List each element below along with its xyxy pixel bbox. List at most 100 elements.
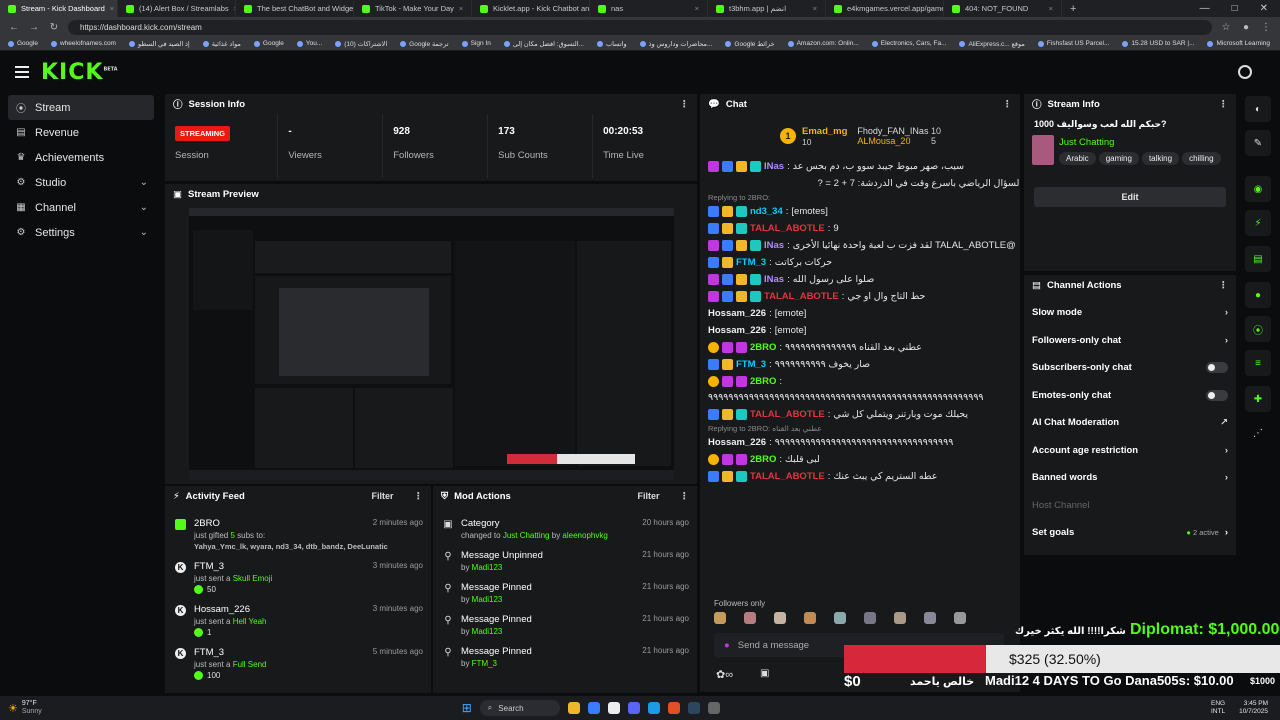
mod-user[interactable]: FTM_3 xyxy=(472,659,497,668)
chat-username[interactable]: FTM_3 xyxy=(736,358,766,371)
browser-tab[interactable]: 404: NOT_FOUND × xyxy=(944,0,1062,17)
back-icon[interactable]: ← xyxy=(8,22,20,33)
edge-icon[interactable] xyxy=(587,702,600,714)
mod-user[interactable]: Madi123 xyxy=(472,595,503,604)
gift-icon[interactable]: ▣ xyxy=(760,668,769,679)
more-icon[interactable]: ⋮ xyxy=(1003,99,1013,110)
chevron-down-icon[interactable]: ⌄ xyxy=(140,177,148,188)
channel-action-6[interactable]: Banned words › xyxy=(1024,464,1236,492)
minimize-icon[interactable]: — xyxy=(1200,3,1210,14)
hamburger-menu-icon[interactable] xyxy=(15,66,29,78)
bookmark-item[interactable]: AliExpress.c... موقع xyxy=(959,40,1025,48)
wrench-icon[interactable]: ✚ xyxy=(1245,386,1271,412)
chevron-down-icon[interactable]: ⌄ xyxy=(140,202,148,213)
toggle-switch[interactable] xyxy=(1206,362,1228,374)
user-avatar[interactable] xyxy=(1238,65,1252,79)
bookmark-item[interactable]: Fishsfast US Parcel... xyxy=(1037,40,1109,47)
stream-tag[interactable]: talking xyxy=(1141,152,1180,165)
edit-stream-info-button[interactable]: Edit xyxy=(1034,187,1226,207)
maximize-icon[interactable]: □ xyxy=(1232,3,1238,14)
app-icon[interactable] xyxy=(607,702,620,714)
address-bar[interactable]: https://dashboard.kick.com/stream xyxy=(68,19,1212,35)
filter-button[interactable]: Filter xyxy=(371,491,393,501)
chevron-right-icon[interactable]: › xyxy=(1225,307,1228,318)
mod-user[interactable]: Madi123 xyxy=(472,627,503,636)
chat-username[interactable]: Hossam_226 xyxy=(708,324,766,337)
chat-username[interactable]: Hossam_226 xyxy=(708,307,766,320)
channel-action-2[interactable]: Subscribers-only chat xyxy=(1024,354,1236,382)
star-icon[interactable]: ☆ xyxy=(1220,22,1232,33)
kick-logo[interactable]: KICKBETA xyxy=(41,60,118,85)
more-icon[interactable]: ⋮ xyxy=(680,491,690,502)
more-icon[interactable]: ⋮ xyxy=(1219,280,1229,291)
stream-tag[interactable]: Arabic xyxy=(1059,152,1096,165)
leader-name[interactable]: Fhody_FAN_INas xyxy=(857,126,928,136)
close-tab-icon[interactable]: × xyxy=(813,4,817,13)
chat-bubble-icon[interactable]: ● xyxy=(1245,282,1271,308)
obs-icon[interactable] xyxy=(707,702,720,714)
clock-time[interactable]: 3:45 PM xyxy=(1239,700,1268,708)
brave-icon[interactable] xyxy=(667,702,680,714)
menu-icon[interactable]: ⋮ xyxy=(1260,22,1272,33)
chat-username[interactable]: TALAL_ABOTLE xyxy=(750,222,825,235)
sidebar-item-revenue[interactable]: ▤ Revenue xyxy=(8,120,154,145)
chat-username[interactable]: TALAL_ABOTLE xyxy=(750,470,825,483)
lightning-icon[interactable]: ⚡ xyxy=(1245,210,1271,236)
sidebar-item-settings[interactable]: ⚙ Settings ⌄ xyxy=(8,220,154,245)
chevron-right-icon[interactable]: › xyxy=(1225,445,1228,456)
external-link-icon[interactable]: ↗ xyxy=(1220,417,1228,428)
chevron-right-icon[interactable]: › xyxy=(1225,472,1228,483)
activity-user[interactable]: FTM_3 xyxy=(194,561,224,572)
profile-icon[interactable]: ● xyxy=(1240,22,1252,33)
stream-tag[interactable]: gaming xyxy=(1098,152,1139,165)
chat-username[interactable]: 2BRO xyxy=(750,375,776,388)
filter-button[interactable]: Filter xyxy=(637,491,659,501)
store-icon[interactable] xyxy=(647,702,660,714)
lang-indicator[interactable]: ENG xyxy=(1211,700,1225,708)
bookmark-item[interactable]: إذ الصيد في السطو xyxy=(128,40,190,48)
chat-username[interactable]: 2BRO xyxy=(750,341,776,354)
channel-action-1[interactable]: Followers-only chat › xyxy=(1024,327,1236,355)
toggle-switch[interactable] xyxy=(1206,389,1228,401)
bookmark-item[interactable]: Google xyxy=(253,40,284,47)
chat-username[interactable]: INas xyxy=(764,239,784,252)
forward-icon[interactable]: → xyxy=(28,22,40,33)
activity-user[interactable]: Hossam_226 xyxy=(194,604,250,615)
browser-tab[interactable]: nas × xyxy=(590,0,708,17)
bookmark-item[interactable]: 15.28 USD to SAR |... xyxy=(1122,40,1194,47)
chat-username[interactable]: FTM_3 xyxy=(736,256,766,269)
sidebar-item-achievements[interactable]: ♛ Achievements xyxy=(8,145,154,170)
activity-user[interactable]: 2BRO xyxy=(194,518,220,529)
more-icon[interactable]: ⋮ xyxy=(414,491,424,502)
chat-username[interactable]: nd3_34 xyxy=(750,205,783,218)
browser-tab[interactable]: t3bhm.app | انضم × xyxy=(708,0,826,17)
taskbar-search[interactable]: ⌕ Search xyxy=(479,700,560,716)
bookmark-item[interactable]: Sign In xyxy=(461,40,491,47)
new-tab-icon[interactable]: + xyxy=(1062,3,1084,15)
reload-icon[interactable]: ↻ xyxy=(48,22,60,33)
mod-user[interactable]: Madi123 xyxy=(472,563,503,572)
camera-icon[interactable]: ◉ xyxy=(1245,176,1271,202)
chat-username[interactable]: INas xyxy=(764,160,784,173)
bookmark-item[interactable]: Microsoft Learning xyxy=(1207,40,1270,47)
bookmark-item[interactable]: Electronics, Cars, Fa... xyxy=(871,40,946,47)
sidebar-item-studio[interactable]: ⚙ Studio ⌄ xyxy=(8,170,154,195)
leader-name[interactable]: ALMousa_20 xyxy=(857,136,910,146)
bookmark-item[interactable]: Google ترجمة xyxy=(400,40,449,48)
channel-action-0[interactable]: Slow mode › xyxy=(1024,299,1236,327)
moon-icon[interactable]: ◐ xyxy=(1245,96,1271,122)
mod-user[interactable]: aleenophvkg xyxy=(562,531,607,540)
chat-username[interactable]: Hossam_226 xyxy=(708,436,766,449)
bookmark-item[interactable]: محاضرات وداروس وذ... xyxy=(639,40,712,48)
channel-action-3[interactable]: Emotes-only chat xyxy=(1024,382,1236,410)
steam-icon[interactable] xyxy=(687,702,700,714)
bookmark-item[interactable]: You... xyxy=(296,40,322,47)
browser-tab[interactable]: Kicklet.app - Kick Chatbot and C...× xyxy=(472,0,590,17)
browser-tab[interactable]: (14) Alert Box / Streamlabs× xyxy=(118,0,236,17)
notes-icon[interactable]: ▤ xyxy=(1245,246,1271,272)
channel-action-4[interactable]: AI Chat Moderation ↗ xyxy=(1024,409,1236,437)
bookmark-item[interactable]: التسوق: افضل مكان إلى... xyxy=(503,40,584,48)
more-icon[interactable]: ⋮ xyxy=(1219,99,1229,110)
browser-tab[interactable]: e4kmgames.vercel.app/games/...× xyxy=(826,0,944,17)
close-tab-icon[interactable]: × xyxy=(1049,4,1053,13)
